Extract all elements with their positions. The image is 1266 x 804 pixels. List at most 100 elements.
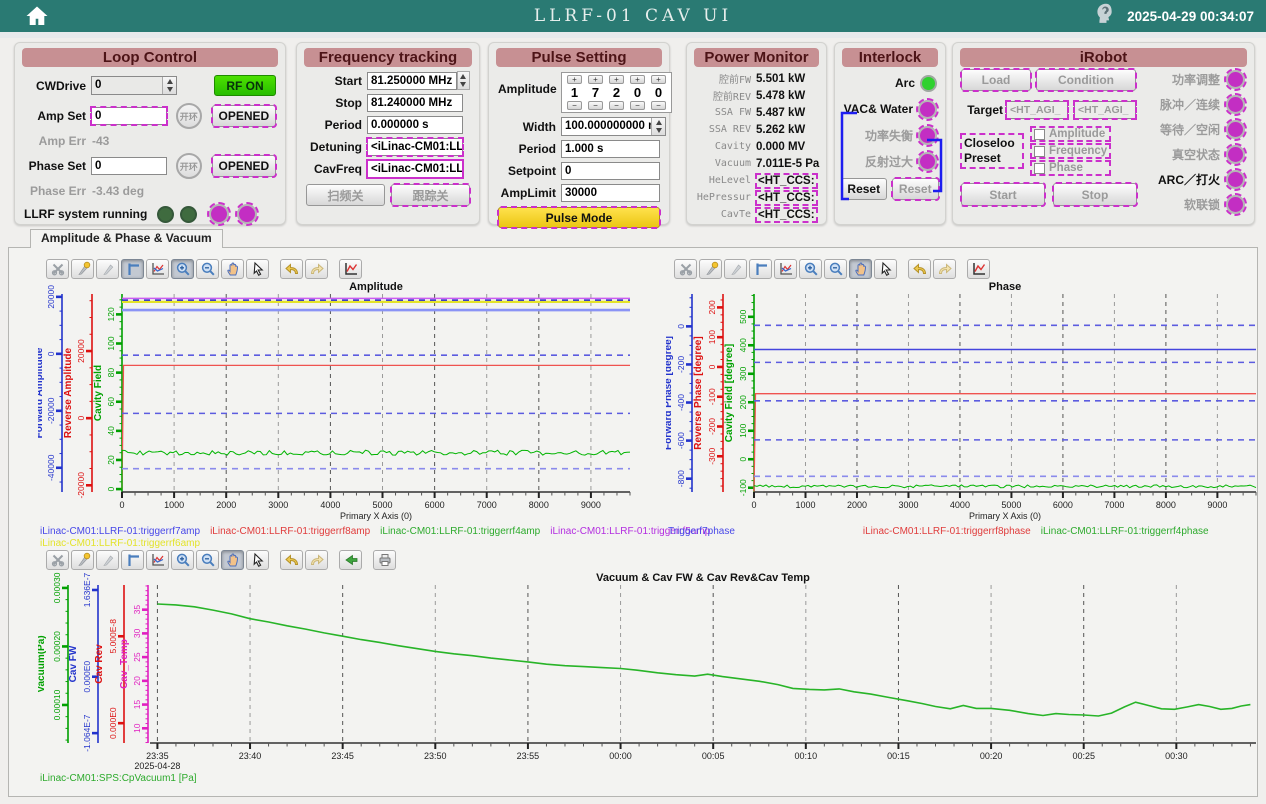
zoom-in-icon: [175, 552, 191, 568]
digit-decrement-button[interactable]: −: [630, 101, 645, 110]
undo-button[interactable]: [908, 259, 931, 279]
spinner-arrows-icon[interactable]: [457, 71, 470, 90]
checkbox-icon[interactable]: [1034, 129, 1045, 140]
field-value[interactable]: 0.000000 s: [367, 116, 463, 134]
stagger-axes-button[interactable]: [146, 550, 169, 570]
digit-increment-button[interactable]: +: [630, 75, 645, 84]
undo-button[interactable]: [280, 259, 303, 279]
checkbox-icon[interactable]: [1034, 163, 1045, 174]
undo-button[interactable]: [280, 550, 303, 570]
phase-opened-button[interactable]: OPENED: [212, 155, 276, 177]
crosshair-button[interactable]: [121, 550, 144, 570]
zoom-in-button[interactable]: [171, 550, 194, 570]
add-annotation-button[interactable]: [71, 259, 94, 279]
amplitude-digit-spinner[interactable]: +1−+7−+2−+0−+0−: [561, 72, 672, 113]
zoom-in-button[interactable]: [799, 259, 822, 279]
remove-annotation-button[interactable]: [96, 550, 119, 570]
digit-decrement-button[interactable]: −: [609, 101, 624, 110]
width-spinner[interactable]: 100.000000000 m: [561, 117, 666, 136]
interlock-row: 反射过大: [843, 148, 937, 174]
sweep-off-button[interactable]: 扫频关: [306, 184, 385, 206]
pointer-button[interactable]: [246, 259, 269, 279]
digit-decrement-button[interactable]: −: [651, 101, 666, 110]
add-annotation-button[interactable]: [699, 259, 722, 279]
amplitude-chart-toolbar: [46, 258, 636, 280]
pan-button[interactable]: [221, 259, 244, 279]
phase-open-loop-button[interactable]: 开环: [176, 153, 202, 179]
track-off-button[interactable]: 跟踪关: [391, 184, 470, 206]
add-annotation-button[interactable]: [71, 550, 94, 570]
amp-set-input[interactable]: 0: [91, 107, 167, 125]
remove-annotation-button[interactable]: [724, 259, 747, 279]
period-input[interactable]: 1.000 s: [561, 140, 660, 158]
phase-chart[interactable]: PhaseForward Phase [degree]0-200-400-600…: [666, 280, 1260, 526]
pulse-mode-button[interactable]: Pulse Mode: [498, 207, 660, 228]
pointer-button[interactable]: [246, 550, 269, 570]
vacuum-chart[interactable]: Vacuum & Cav FW & Cav Rev&Cav TempVacuum…: [38, 571, 1260, 773]
svg-text:23:40: 23:40: [239, 751, 262, 761]
print-button[interactable]: [373, 550, 396, 570]
snapshot-button[interactable]: [339, 259, 362, 279]
stagger-axes-button[interactable]: [146, 259, 169, 279]
tab-amplitude-phase-vacuum[interactable]: Amplitude & Phase & Vacuum: [30, 229, 223, 248]
load-button[interactable]: Load: [961, 69, 1031, 91]
start-button[interactable]: Start: [961, 183, 1045, 206]
target-field-1[interactable]: <HT_AGI_: [1006, 101, 1068, 119]
checkbox-icon[interactable]: [1034, 146, 1045, 157]
zoom-in-button[interactable]: [171, 259, 194, 279]
amplitude-chart[interactable]: AmplitudeForward Amplitude200000-20000-4…: [38, 280, 636, 526]
rf-on-button[interactable]: RF ON: [214, 75, 276, 96]
digit-increment-button[interactable]: +: [651, 75, 666, 84]
tools-button[interactable]: [46, 259, 69, 279]
target-field-2[interactable]: <HT_AGI_: [1074, 101, 1136, 119]
redo-button[interactable]: [305, 259, 328, 279]
field-value[interactable]: 81.250000 MHz: [367, 72, 457, 90]
spinner-arrows-icon[interactable]: [651, 118, 665, 135]
spinner-arrows-icon[interactable]: [162, 77, 176, 94]
llrf-status-label: LLRF system running: [24, 207, 147, 221]
snapshot-button[interactable]: [967, 259, 990, 279]
remove-annotation-button[interactable]: [96, 259, 119, 279]
pan-button[interactable]: [221, 550, 244, 570]
tools-button[interactable]: [674, 259, 697, 279]
stop-button[interactable]: Stop: [1053, 183, 1137, 206]
field-value[interactable]: <iLinac-CM01:LL: [367, 138, 463, 156]
svg-text:4000: 4000: [950, 500, 970, 510]
digit-decrement-button[interactable]: −: [567, 101, 582, 110]
export-button[interactable]: [339, 550, 362, 570]
zoom-out-button[interactable]: [196, 259, 219, 279]
irobot-status-rows: 功率调整脉冲／连续等待／空闲真空状态ARC／打火软联锁: [1145, 67, 1251, 217]
amp-open-loop-button[interactable]: 开环: [176, 103, 202, 129]
digit-increment-button[interactable]: +: [588, 75, 603, 84]
phase-set-input[interactable]: 0: [91, 157, 167, 175]
digit-increment-button[interactable]: +: [609, 75, 624, 84]
cwdrive-spinner[interactable]: 0: [91, 76, 177, 95]
reset-button[interactable]: Reset: [841, 178, 887, 200]
zoom-out-button[interactable]: [824, 259, 847, 279]
width-value: 100.000000000 m: [562, 118, 651, 135]
redo-button[interactable]: [933, 259, 956, 279]
zoom-out-button[interactable]: [196, 550, 219, 570]
field-value[interactable]: 81.240000 MHz: [367, 94, 463, 112]
condition-button[interactable]: Condition: [1036, 69, 1136, 91]
crosshair-button[interactable]: [121, 259, 144, 279]
pointer-button[interactable]: [874, 259, 897, 279]
preset-checkbox-row[interactable]: Phase: [1031, 161, 1110, 175]
reset-remote-button[interactable]: Reset: [892, 178, 939, 200]
irobot-status-row: 功率调整: [1151, 67, 1245, 92]
crosshair-button[interactable]: [749, 259, 772, 279]
stagger-axes-button[interactable]: [774, 259, 797, 279]
preset-checkbox-row[interactable]: Amplitude: [1031, 127, 1110, 141]
digit-decrement-button[interactable]: −: [588, 101, 603, 110]
field-value[interactable]: <iLinac-CM01:LL: [367, 160, 463, 178]
tools-button[interactable]: [46, 550, 69, 570]
redo-button[interactable]: [305, 550, 328, 570]
svg-text:Forward Phase [degree]: Forward Phase [degree]: [666, 336, 674, 450]
amplimit-input[interactable]: 30000: [561, 184, 660, 202]
preset-checkbox-row[interactable]: Frequency: [1031, 144, 1110, 158]
amp-opened-button[interactable]: OPENED: [212, 105, 276, 127]
setpoint-input[interactable]: 0: [561, 162, 660, 180]
digit-increment-button[interactable]: +: [567, 75, 582, 84]
assistant-head-icon[interactable]: [1092, 1, 1118, 32]
pan-button[interactable]: [849, 259, 872, 279]
